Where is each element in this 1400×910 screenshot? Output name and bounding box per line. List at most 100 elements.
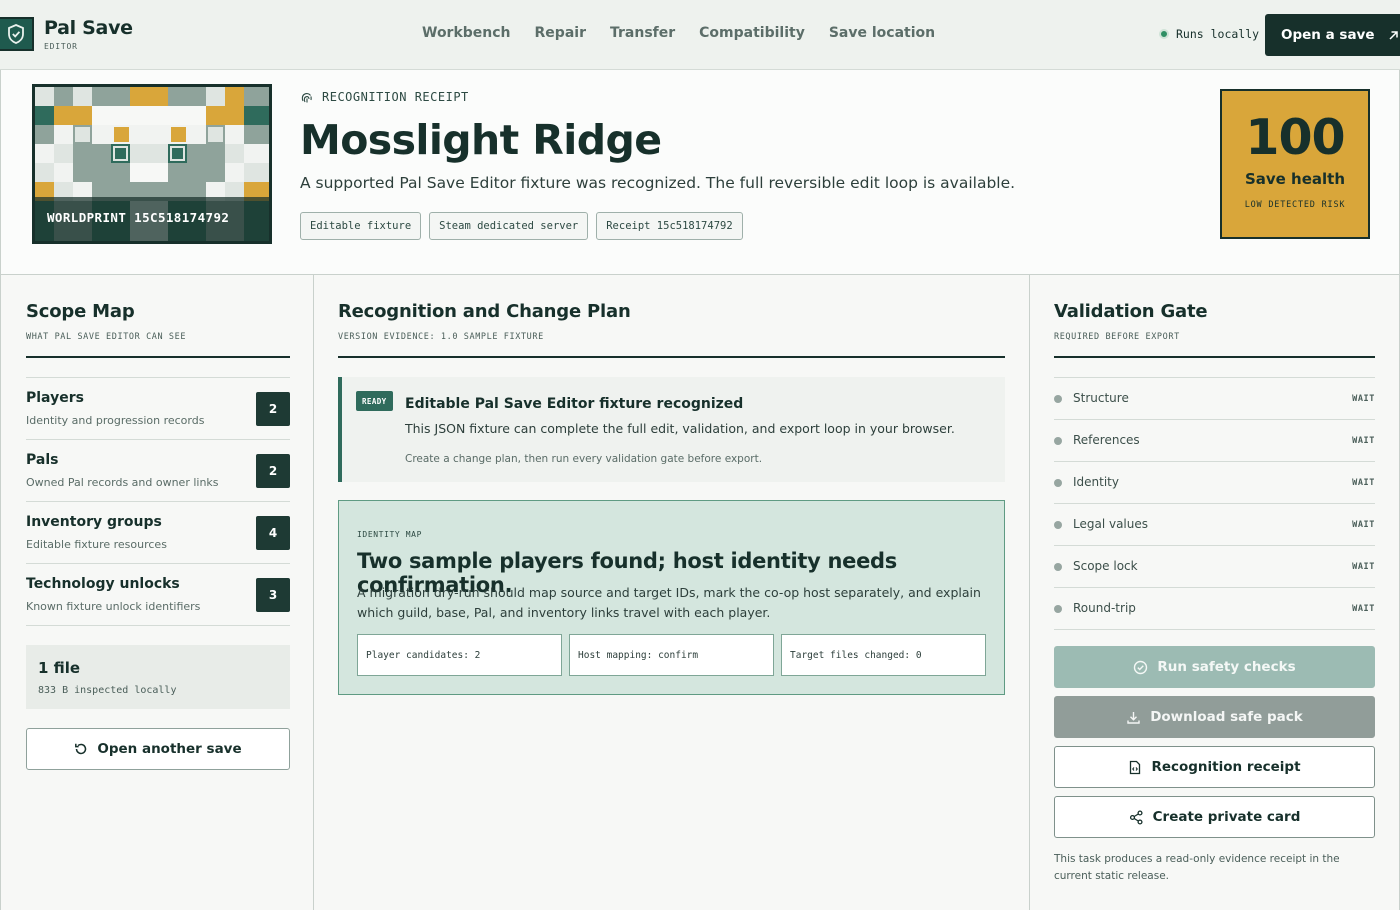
gate-identity: Identity WAIT	[1054, 462, 1375, 504]
nav-workbench[interactable]: Workbench	[422, 25, 511, 41]
hero-description: A supported Pal Save Editor fixture was …	[300, 174, 1016, 192]
scope-item-inventory-groups[interactable]: Inventory groups Editable fixture resour…	[26, 502, 290, 564]
scope-item-desc: Editable fixture resources	[26, 538, 167, 551]
change-plan-panel: Recognition and Change Plan VERSION EVID…	[314, 275, 1030, 910]
nav-transfer[interactable]: Transfer	[610, 25, 675, 41]
gate-status-dot	[1054, 605, 1062, 613]
gate-label: Structure	[1073, 391, 1129, 405]
fingerprint-icon	[301, 93, 312, 103]
gate-status-dot	[1054, 521, 1062, 529]
main-nav: Workbench Repair Transfer Compatibility …	[422, 25, 935, 41]
recognition-receipt-label: Recognition receipt	[1151, 759, 1301, 775]
ready-note: Create a change plan, then run every val…	[405, 453, 763, 465]
gate-references: References WAIT	[1054, 420, 1375, 462]
hero-chips: Editable fixture Steam dedicated server …	[300, 212, 743, 240]
gate-status-dot	[1054, 479, 1062, 487]
run-safety-checks-label: Run safety checks	[1157, 659, 1296, 675]
gate-label: Round-trip	[1073, 601, 1136, 615]
download-icon	[1127, 711, 1140, 724]
file-count: 1 file	[38, 659, 81, 677]
brand-title[interactable]: Pal Save	[44, 17, 133, 39]
scope-item-technology-unlocks[interactable]: Technology unlocks Known fixture unlock …	[26, 564, 290, 626]
ready-description: This JSON fixture can complete the full …	[405, 421, 955, 436]
gate-status: WAIT	[1352, 436, 1375, 446]
scope-item-count: 3	[256, 578, 290, 612]
file-code-icon	[1130, 760, 1141, 774]
scope-item-count: 2	[256, 392, 290, 426]
scope-item-desc: Known fixture unlock identifiers	[26, 600, 201, 613]
open-save-label: Open a save	[1281, 27, 1375, 43]
stat-target-files-changed: Target files changed: 0	[781, 634, 986, 676]
task-note: This task produces a read-only evidence …	[1054, 853, 1340, 882]
gate-label: References	[1073, 433, 1140, 447]
worldprint-caption: WORLDPRINT 15C518174792	[35, 197, 269, 241]
run-safety-checks-button[interactable]: Run safety checks	[1054, 646, 1375, 688]
gate-status: WAIT	[1352, 520, 1375, 530]
gate-status-dot	[1054, 563, 1062, 571]
scope-item-desc: Owned Pal records and owner links	[26, 476, 219, 489]
section-divider	[26, 356, 290, 358]
external-arrow-icon	[1389, 30, 1398, 40]
scope-item-desc: Identity and progression records	[26, 414, 205, 427]
scope-list: Players Identity and progression records…	[26, 377, 290, 626]
gate-status-dot	[1054, 437, 1062, 445]
scope-item-count: 2	[256, 454, 290, 488]
scope-item-name: Technology unlocks	[26, 576, 180, 592]
identity-map-description: A migration dry-run should map source an…	[357, 585, 981, 620]
receipt-kicker: RECOGNITION RECEIPT	[300, 90, 469, 104]
identity-map-kicker: IDENTITY MAP	[357, 530, 422, 539]
save-health-card: 100 Save health LOW DETECTED RISK	[1220, 89, 1370, 239]
check-circle-icon	[1134, 660, 1148, 674]
gate-status-dot	[1054, 395, 1062, 403]
save-health-risk: LOW DETECTED RISK	[1244, 200, 1346, 210]
scope-map-panel: Scope Map WHAT PAL SAVE EDITOR CAN SEE P…	[0, 275, 314, 910]
shield-check-icon[interactable]	[0, 17, 34, 51]
change-plan-title: Recognition and Change Plan	[338, 301, 631, 322]
local-status: Runs locally	[1159, 27, 1259, 41]
gate-status: WAIT	[1352, 478, 1375, 488]
brand-subtitle: EDITOR	[44, 42, 78, 51]
scope-item-name: Players	[26, 390, 84, 406]
worldprint-image: WORLDPRINT 15C518174792	[32, 84, 272, 244]
create-private-card-button[interactable]: Create private card	[1054, 796, 1375, 838]
receipt-kicker-label: RECOGNITION RECEIPT	[322, 90, 469, 104]
local-status-label: Runs locally	[1176, 27, 1260, 41]
section-divider	[1054, 356, 1375, 358]
ready-badge: READY	[356, 391, 393, 411]
scope-item-name: Inventory groups	[26, 514, 162, 530]
chip-editable-fixture: Editable fixture	[300, 212, 422, 240]
world-title: Mosslight Ridge	[300, 116, 662, 164]
gate-status: WAIT	[1352, 562, 1375, 572]
download-safe-pack-button[interactable]: Download safe pack	[1054, 696, 1375, 738]
validation-gate-title: Validation Gate	[1054, 301, 1208, 322]
create-private-card-label: Create private card	[1152, 809, 1301, 825]
gate-status: WAIT	[1352, 604, 1375, 614]
gate-legal-values: Legal values WAIT	[1054, 504, 1375, 546]
open-save-button[interactable]: Open a save	[1265, 14, 1400, 56]
download-safe-pack-label: Download safe pack	[1150, 709, 1303, 725]
chip-server-type: Steam dedicated server	[429, 212, 589, 240]
save-health-score: 100	[1245, 109, 1345, 166]
save-health-label: Save health	[1244, 170, 1346, 188]
file-size: 833 B inspected locally	[38, 685, 177, 696]
version-evidence: VERSION EVIDENCE: 1.0 SAMPLE FIXTURE	[338, 332, 544, 342]
nav-compatibility[interactable]: Compatibility	[699, 25, 805, 41]
share-icon	[1129, 809, 1143, 825]
nav-repair[interactable]: Repair	[535, 25, 586, 41]
file-summary: 1 file 833 B inspected locally	[26, 645, 290, 709]
gate-label: Legal values	[1073, 517, 1149, 531]
section-divider	[338, 356, 1005, 358]
gate-label: Identity	[1073, 475, 1119, 489]
scope-map-title: Scope Map	[26, 301, 135, 322]
scope-item-players[interactable]: Players Identity and progression records…	[26, 378, 290, 440]
scope-item-count: 4	[256, 516, 290, 550]
nav-save-location[interactable]: Save location	[829, 25, 935, 41]
open-another-save-button[interactable]: Open another save	[26, 728, 290, 770]
validation-gate-panel: Validation Gate REQUIRED BEFORE EXPORT S…	[1030, 275, 1400, 910]
gate-label: Scope lock	[1073, 559, 1138, 573]
open-another-save-label: Open another save	[97, 741, 242, 757]
scope-item-pals[interactable]: Pals Owned Pal records and owner links 2	[26, 440, 290, 502]
ready-notice: READY Editable Pal Save Editor fixture r…	[338, 377, 1005, 482]
gate-scope-lock: Scope lock WAIT	[1054, 546, 1375, 588]
recognition-receipt-button[interactable]: Recognition receipt	[1054, 746, 1375, 788]
